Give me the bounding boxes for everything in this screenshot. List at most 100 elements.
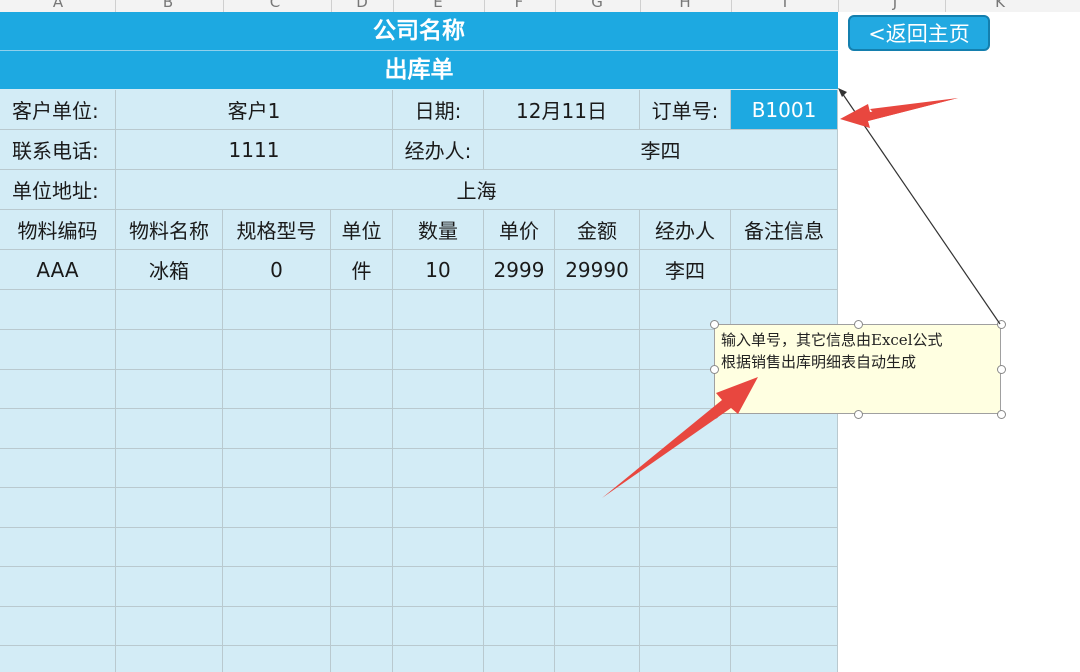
column-header-c[interactable]: C bbox=[255, 0, 295, 11]
column-header-i[interactable]: I bbox=[765, 0, 805, 11]
table-header-cell[interactable]: 备注信息 bbox=[731, 210, 838, 250]
back-to-home-button[interactable]: <返回主页 bbox=[848, 15, 990, 51]
column-header-k[interactable]: K bbox=[980, 0, 1020, 11]
empty-cell[interactable] bbox=[223, 606, 331, 646]
empty-cell[interactable] bbox=[484, 606, 555, 646]
empty-cell[interactable] bbox=[555, 408, 640, 449]
empty-cell[interactable] bbox=[484, 369, 555, 409]
table-header-cell[interactable]: 规格型号 bbox=[223, 210, 331, 250]
phone-label[interactable]: 联系电话: bbox=[0, 130, 116, 170]
empty-cell[interactable] bbox=[223, 487, 331, 528]
table-header-cell[interactable]: 数量 bbox=[393, 210, 484, 250]
column-header-f[interactable]: F bbox=[499, 0, 539, 11]
empty-cell[interactable] bbox=[555, 448, 640, 488]
empty-cell[interactable] bbox=[116, 527, 223, 567]
empty-cell[interactable] bbox=[555, 527, 640, 567]
empty-cell[interactable] bbox=[484, 566, 555, 607]
empty-cell[interactable] bbox=[484, 329, 555, 370]
empty-cell[interactable] bbox=[640, 645, 731, 672]
empty-cell[interactable] bbox=[116, 645, 223, 672]
document-title-header[interactable]: 出库单 bbox=[0, 51, 838, 89]
empty-cell[interactable] bbox=[331, 606, 393, 646]
date-value-cell[interactable]: 12月11日 bbox=[484, 90, 640, 130]
empty-cell[interactable] bbox=[393, 527, 484, 567]
empty-cell[interactable] bbox=[484, 487, 555, 528]
resize-handle[interactable] bbox=[710, 365, 719, 374]
empty-cell[interactable] bbox=[331, 487, 393, 528]
empty-cell[interactable] bbox=[731, 448, 838, 488]
table-cell[interactable]: 冰箱 bbox=[116, 250, 223, 290]
empty-cell[interactable] bbox=[731, 408, 838, 449]
empty-cell[interactable] bbox=[223, 329, 331, 370]
empty-cell[interactable] bbox=[223, 369, 331, 409]
empty-cell[interactable] bbox=[0, 290, 116, 330]
empty-cell[interactable] bbox=[331, 290, 393, 330]
empty-cell[interactable] bbox=[484, 448, 555, 488]
empty-cell[interactable] bbox=[223, 408, 331, 449]
empty-cell[interactable] bbox=[331, 329, 393, 370]
phone-value-cell[interactable]: 1111 bbox=[116, 130, 393, 170]
empty-cell[interactable] bbox=[331, 369, 393, 409]
empty-cell[interactable] bbox=[0, 487, 116, 528]
empty-cell[interactable] bbox=[393, 606, 484, 646]
empty-cell[interactable] bbox=[116, 606, 223, 646]
table-cell[interactable] bbox=[731, 250, 838, 290]
resize-handle[interactable] bbox=[997, 320, 1006, 329]
empty-cell[interactable] bbox=[223, 527, 331, 567]
order-number-input-cell[interactable]: B1001 bbox=[731, 90, 838, 130]
empty-cell[interactable] bbox=[116, 448, 223, 488]
empty-cell[interactable] bbox=[116, 487, 223, 528]
empty-cell[interactable] bbox=[484, 645, 555, 672]
company-name-header[interactable]: 公司名称 bbox=[0, 12, 838, 51]
resize-handle[interactable] bbox=[710, 320, 719, 329]
date-label[interactable]: 日期: bbox=[393, 90, 484, 130]
empty-cell[interactable] bbox=[731, 487, 838, 528]
empty-cell[interactable] bbox=[555, 645, 640, 672]
empty-cell[interactable] bbox=[640, 566, 731, 607]
empty-cell[interactable] bbox=[393, 290, 484, 330]
table-cell[interactable]: 件 bbox=[331, 250, 393, 290]
column-header-b[interactable]: B bbox=[148, 0, 188, 11]
table-cell[interactable]: 10 bbox=[393, 250, 484, 290]
empty-cell[interactable] bbox=[0, 527, 116, 567]
table-header-cell[interactable]: 经办人 bbox=[640, 210, 731, 250]
empty-cell[interactable] bbox=[393, 448, 484, 488]
table-cell[interactable]: AAA bbox=[0, 250, 116, 290]
empty-cell[interactable] bbox=[731, 606, 838, 646]
empty-cell[interactable] bbox=[393, 645, 484, 672]
empty-cell[interactable] bbox=[223, 566, 331, 607]
empty-cell[interactable] bbox=[640, 487, 731, 528]
address-label[interactable]: 单位地址: bbox=[0, 170, 116, 210]
empty-cell[interactable] bbox=[0, 566, 116, 607]
empty-cell[interactable] bbox=[555, 566, 640, 607]
empty-cell[interactable] bbox=[393, 408, 484, 449]
empty-cell[interactable] bbox=[116, 369, 223, 409]
handler-label[interactable]: 经办人: bbox=[393, 130, 484, 170]
table-cell[interactable]: 李四 bbox=[640, 250, 731, 290]
empty-cell[interactable] bbox=[640, 448, 731, 488]
column-header-g[interactable]: G bbox=[577, 0, 617, 11]
empty-cell[interactable] bbox=[555, 487, 640, 528]
empty-cell[interactable] bbox=[640, 527, 731, 567]
column-header-a[interactable]: A bbox=[38, 0, 78, 11]
empty-cell[interactable] bbox=[0, 369, 116, 409]
empty-cell[interactable] bbox=[555, 290, 640, 330]
column-header-e[interactable]: E bbox=[418, 0, 458, 11]
empty-cell[interactable] bbox=[223, 645, 331, 672]
empty-cell[interactable] bbox=[484, 527, 555, 567]
resize-handle[interactable] bbox=[997, 410, 1006, 419]
table-header-cell[interactable]: 物料编码 bbox=[0, 210, 116, 250]
empty-cell[interactable] bbox=[0, 606, 116, 646]
customer-value-cell[interactable]: 客户1 bbox=[116, 90, 393, 130]
empty-cell[interactable] bbox=[331, 408, 393, 449]
customer-label[interactable]: 客户单位: bbox=[0, 90, 116, 130]
empty-cell[interactable] bbox=[640, 606, 731, 646]
empty-cell[interactable] bbox=[555, 369, 640, 409]
empty-cell[interactable] bbox=[731, 645, 838, 672]
resize-handle[interactable] bbox=[854, 320, 863, 329]
column-header-d[interactable]: D bbox=[342, 0, 382, 11]
empty-cell[interactable] bbox=[393, 566, 484, 607]
empty-cell[interactable] bbox=[484, 290, 555, 330]
handler-value-cell[interactable]: 李四 bbox=[484, 130, 838, 170]
empty-cell[interactable] bbox=[331, 527, 393, 567]
